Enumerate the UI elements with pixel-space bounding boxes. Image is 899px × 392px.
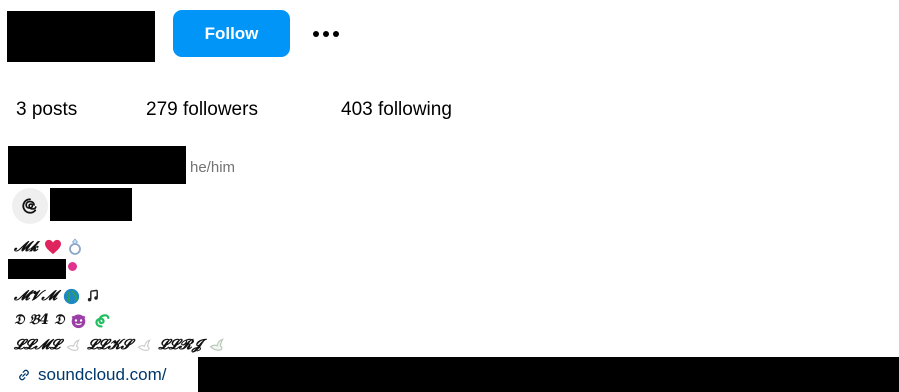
bio-line-5-part-c: 𝓛𝓛𝓡𝓙 [158,337,202,353]
redacted-bio-text [8,259,66,279]
ring-icon [69,238,81,255]
bio-line-3: 𝓜𝓥𝓜 [14,286,102,306]
music-notes-icon [87,289,98,302]
followers-link[interactable]: 279 followers [146,96,258,124]
more-dot [313,31,319,37]
more-dot [333,31,339,37]
bio-line-5: 𝓛𝓛𝓜𝓛 𝓛𝓛𝓚𝓢 𝓛𝓛𝓡𝓙 [14,335,226,355]
bio-line-5-part-b: 𝓛𝓛𝓚𝓢 [87,337,132,353]
dove-icon [209,338,224,351]
redacted-link-path [198,357,899,392]
red-heart-icon [45,239,62,255]
bio-line-3-text: 𝓜𝓥𝓜 [14,288,58,304]
globe-icon [63,288,80,304]
external-link-text: soundcloud.com/ [38,365,167,384]
posts-count: 3 posts [16,99,78,120]
more-dot [323,31,329,37]
bio-line-4-text: 𝔇 𝔅4 𝔇 [14,312,65,328]
redacted-threads-handle [50,188,132,221]
threads-badge[interactable] [12,188,48,224]
green-loop-icon [95,313,110,328]
devil-face-icon [72,314,86,328]
follow-button[interactable]: Follow [173,10,290,57]
following-link[interactable]: 403 following [341,96,452,124]
threads-icon [22,198,37,214]
bio-line-5-part-a: 𝓛𝓛𝓜𝓛 [14,337,61,353]
bio-line-4: 𝔇 𝔅4 𝔇 [14,310,110,330]
bio-line-1: 𝓜𝓴 [14,237,82,257]
bio-line-1-text: 𝓜𝓴 [14,239,39,255]
redacted-full-name [8,146,186,184]
pronouns: he/him [190,159,236,176]
external-link[interactable]: soundcloud.com/ [16,364,167,386]
dove-icon [138,338,152,351]
more-options-icon[interactable] [305,18,347,50]
link-icon [19,369,29,381]
redacted-username [7,11,155,62]
pink-dot-icon [68,262,77,271]
dove-icon [66,338,81,351]
